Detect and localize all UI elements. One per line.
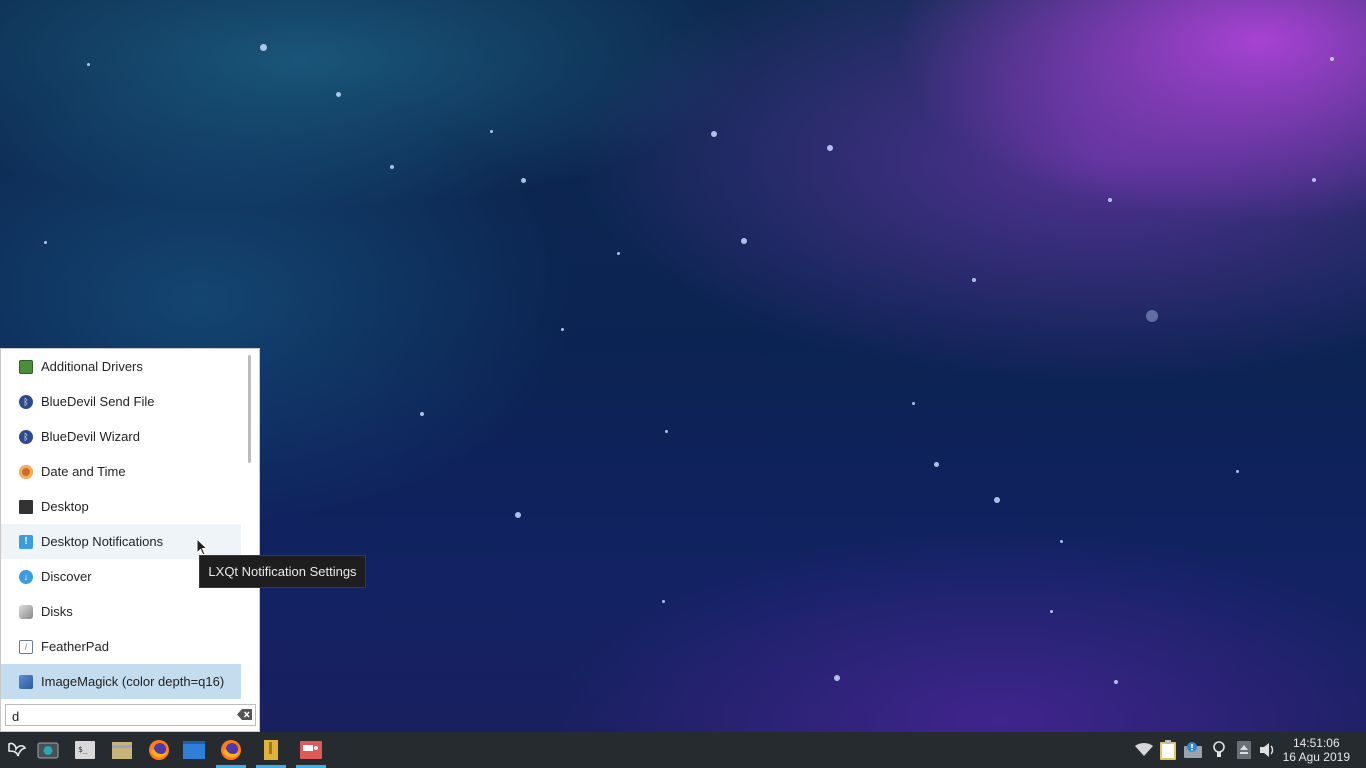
screenshot-app-icon: [300, 741, 322, 759]
clock-date: 16 Agu 2019: [1282, 750, 1350, 764]
menu-item-featherpad[interactable]: / FeatherPad: [1, 629, 241, 664]
menu-item-label: Disks: [41, 604, 73, 619]
notification-icon: !: [19, 534, 33, 549]
volume-icon: [1260, 743, 1274, 757]
search-input[interactable]: [5, 704, 256, 726]
terminal-launcher[interactable]: $_: [68, 732, 102, 768]
wifi-tray[interactable]: [1133, 732, 1155, 768]
taskbar: $_ 14:51:06 16 Agu 2019: [0, 732, 1366, 768]
clock-time: 14:51:06: [1292, 736, 1340, 750]
file-manager-launcher[interactable]: [105, 732, 139, 768]
menu-item-additional-drivers[interactable]: Additional Drivers: [1, 349, 241, 384]
menu-item-bluedevil-send-file[interactable]: ᛒ BlueDevil Send File: [1, 384, 241, 419]
clear-text-icon[interactable]: [237, 708, 253, 720]
menu-item-label: FeatherPad: [41, 639, 109, 654]
firefox-window-icon: [221, 740, 241, 760]
bulb-icon: [1213, 741, 1225, 757]
menu-item-label: BlueDevil Wizard: [41, 429, 140, 444]
firefox-icon: [149, 740, 169, 760]
clock-icon: [19, 464, 33, 479]
menu-item-label: ImageMagick (color depth=q16): [41, 674, 225, 689]
menu-item-label: Additional Drivers: [41, 359, 143, 374]
menu-item-date-and-time[interactable]: Date and Time: [1, 454, 241, 489]
menu-item-label: BlueDevil Send File: [41, 394, 155, 409]
menu-item-desktop[interactable]: Desktop: [1, 489, 241, 524]
screenshot-launcher[interactable]: [31, 732, 65, 768]
menu-list: Additional Drivers ᛒ BlueDevil Send File…: [1, 349, 241, 699]
disks-icon: [19, 604, 33, 619]
discover-icon: ↓: [19, 569, 33, 584]
application-menu: Additional Drivers ᛒ BlueDevil Send File…: [0, 348, 260, 732]
desktop-icon: [19, 499, 33, 514]
clock[interactable]: 14:51:06 16 Agu 2019: [1283, 736, 1350, 764]
screenshot-app-window-button[interactable]: [294, 732, 328, 768]
menu-item-imagemagick[interactable]: ImageMagick (color depth=q16): [1, 664, 241, 699]
clipboard-tray[interactable]: [1157, 732, 1179, 768]
bluetooth-icon: ᛒ: [19, 429, 33, 444]
start-menu-button[interactable]: [0, 732, 34, 768]
file-manager-icon: [112, 742, 132, 759]
menu-item-bluedevil-wizard[interactable]: ᛒ BlueDevil Wizard: [1, 419, 241, 454]
menu-item-label: Desktop: [41, 499, 89, 514]
firefox-window-button[interactable]: [214, 732, 248, 768]
start-menu-icon: [8, 742, 27, 757]
menu-item-disks[interactable]: Disks: [1, 594, 241, 629]
featherpad-icon: /: [19, 639, 33, 654]
menu-item-label: Date and Time: [41, 464, 126, 479]
archive-icon: [264, 740, 278, 760]
bulb-tray[interactable]: [1208, 732, 1230, 768]
eject-tray[interactable]: [1233, 732, 1255, 768]
menu-item-label: Desktop Notifications: [41, 534, 164, 549]
wifi-icon: [1135, 743, 1153, 756]
tooltip: LXQt Notification Settings: [199, 555, 366, 588]
window-icon: [183, 741, 205, 759]
terminal-icon: $_: [75, 741, 95, 759]
bluetooth-icon: ᛒ: [19, 394, 33, 409]
archive-window-button[interactable]: [254, 732, 288, 768]
additional-drivers-icon: [19, 359, 33, 374]
notification-tray-icon: [1184, 742, 1202, 758]
eject-icon: [1237, 741, 1251, 759]
clipboard-icon: [1160, 740, 1176, 760]
volume-tray[interactable]: [1257, 732, 1279, 768]
menu-scrollbar[interactable]: [248, 355, 251, 463]
screenshot-icon: [37, 742, 59, 759]
firefox-launcher[interactable]: [142, 732, 176, 768]
window-button[interactable]: [177, 732, 211, 768]
menu-item-label: Discover: [41, 569, 92, 584]
svg-text:$_: $_: [78, 745, 88, 754]
notification-tray[interactable]: [1182, 732, 1204, 768]
imagemagick-icon: [19, 674, 33, 689]
